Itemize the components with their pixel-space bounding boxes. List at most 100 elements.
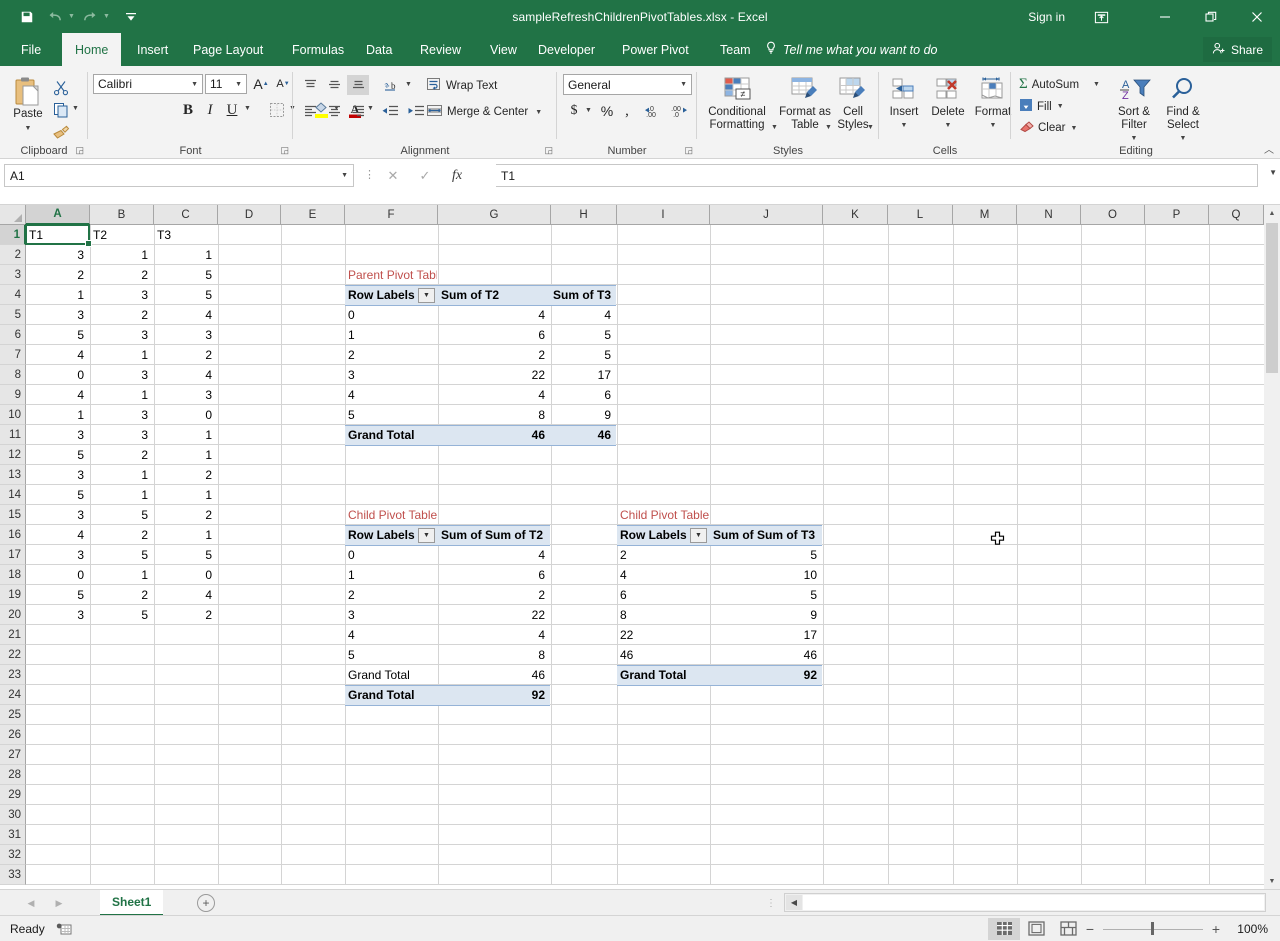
row-header-27[interactable]: 27 (0, 745, 26, 765)
child-pivot-1-subtotal-value[interactable]: 46 (438, 665, 550, 685)
row-header-19[interactable]: 19 (0, 585, 26, 605)
child-pivot-1-row-label[interactable]: 3 (345, 605, 437, 625)
clipboard-dialog-launcher[interactable]: ◲ (75, 145, 84, 156)
tab-page-layout[interactable]: Page Layout (180, 33, 276, 66)
zoom-slider[interactable] (1103, 922, 1203, 936)
sort-filter-button[interactable]: A Z Sort & Filter ▼ (1111, 74, 1157, 145)
child-pivot-2-value[interactable]: 10 (710, 565, 822, 585)
parent-pivot-value[interactable]: 6 (551, 385, 616, 405)
comma-format-icon[interactable]: , (619, 100, 635, 122)
source-cell[interactable]: 5 (26, 585, 89, 605)
child-pivot-1-row-label[interactable]: 4 (345, 625, 437, 645)
source-cell[interactable]: 2 (90, 445, 153, 465)
column-header-k[interactable]: K (823, 205, 888, 225)
parent-pivot-grand-total-value[interactable]: 46 (551, 425, 616, 445)
zoom-in-button[interactable]: + (1210, 921, 1222, 937)
tab-insert[interactable]: Insert (124, 33, 181, 66)
spreadsheet-grid[interactable]: ABCDEFGHIJKLMNOPQ 1234567891011121314151… (0, 205, 1280, 889)
row-header-28[interactable]: 28 (0, 765, 26, 785)
row-header-14[interactable]: 14 (0, 485, 26, 505)
chevron-down-icon[interactable]: ▼ (235, 81, 242, 88)
child-pivot-1-value[interactable]: 2 (438, 585, 550, 605)
source-cell[interactable]: 1 (26, 405, 89, 425)
column-header-p[interactable]: P (1145, 205, 1209, 225)
child-pivot-2-value[interactable]: 46 (710, 645, 822, 665)
child-pivot-2-row-label[interactable]: 8 (617, 605, 709, 625)
row-header-10[interactable]: 10 (0, 405, 26, 425)
merge-center-button[interactable]: Merge & Center ▼ (426, 103, 542, 121)
source-cell[interactable]: 3 (26, 605, 89, 625)
formula-bar-grip[interactable]: ⋮ (364, 168, 375, 181)
minimize-button[interactable] (1142, 0, 1188, 33)
increase-decimal-icon[interactable]: .0.00 (643, 100, 667, 122)
parent-pivot-grand-total-label[interactable]: Grand Total (345, 425, 437, 445)
source-cell[interactable]: 4 (26, 385, 89, 405)
row-header-2[interactable]: 2 (0, 245, 26, 265)
source-cell[interactable]: 1 (154, 485, 217, 505)
source-cell[interactable]: 4 (154, 305, 217, 325)
parent-pivot-value[interactable]: 6 (438, 325, 550, 345)
number-dialog-launcher[interactable]: ◲ (684, 145, 693, 156)
parent-pivot-value-header-2[interactable]: Sum of T3 (551, 285, 616, 305)
parent-pivot-row-label[interactable]: 2 (345, 345, 437, 365)
source-cell[interactable]: 2 (90, 585, 153, 605)
column-header-m[interactable]: M (953, 205, 1017, 225)
row-header-24[interactable]: 24 (0, 685, 26, 705)
row-header-7[interactable]: 7 (0, 345, 26, 365)
child-pivot-1-value-header[interactable]: Sum of Sum of T2 (438, 525, 550, 545)
child-pivot-1-value[interactable]: 4 (438, 545, 550, 565)
source-cell[interactable]: 1 (154, 445, 217, 465)
zoom-slider-thumb[interactable] (1151, 922, 1154, 935)
next-sheet-icon[interactable]: ▶ (50, 894, 68, 912)
row-header-33[interactable]: 33 (0, 865, 26, 885)
format-cells-button[interactable]: Format ▼ (971, 74, 1015, 132)
parent-pivot-row-labels-filter-icon[interactable]: ▼ (418, 288, 435, 303)
source-cell[interactable]: 5 (154, 285, 217, 305)
source-cell[interactable]: 3 (90, 285, 153, 305)
child-pivot-2-value[interactable]: 9 (710, 605, 822, 625)
expand-formula-bar-icon[interactable]: ▼ (1269, 168, 1277, 177)
italic-button[interactable]: I (200, 99, 220, 121)
column-header-c[interactable]: C (154, 205, 218, 225)
alignment-dialog-launcher[interactable]: ◲ (544, 145, 553, 156)
decrease-decimal-icon[interactable]: .00.0 (667, 100, 691, 122)
zoom-out-button[interactable]: − (1084, 921, 1096, 937)
clear-button[interactable]: Clear ▼ (1019, 120, 1077, 136)
source-cell[interactable]: 4 (154, 585, 217, 605)
column-header-q[interactable]: Q (1209, 205, 1264, 225)
page-layout-view-icon[interactable] (1020, 918, 1052, 940)
enter-formula-icon[interactable]: ✓ (418, 168, 432, 184)
column-header-f[interactable]: F (345, 205, 438, 225)
conditional-formatting-button[interactable]: ≠ Conditional Formatting (701, 74, 773, 132)
name-box[interactable]: A1 ▼ (4, 164, 354, 187)
decrease-font-size-icon[interactable]: A▼ (273, 74, 293, 94)
merge-dropdown-arrow-icon[interactable]: ▼ (535, 109, 542, 116)
child-pivot-2-row-label[interactable]: 6 (617, 585, 709, 605)
parent-pivot-value[interactable]: 4 (438, 305, 550, 325)
child-pivot-2-row-label[interactable]: 2 (617, 545, 709, 565)
parent-pivot-value[interactable]: 5 (551, 325, 616, 345)
parent-pivot-value[interactable]: 4 (551, 305, 616, 325)
format-as-table-dropdown-arrow-icon[interactable]: ▼ (825, 124, 832, 131)
align-top-icon[interactable] (299, 75, 321, 95)
parent-pivot-value[interactable]: 5 (551, 345, 616, 365)
child-pivot-1-title[interactable]: Child Pivot Table (345, 505, 437, 525)
row-header-5[interactable]: 5 (0, 305, 26, 325)
align-right-icon[interactable] (347, 101, 369, 121)
child-pivot-1-grand-total-label[interactable]: Grand Total (345, 685, 437, 705)
decrease-indent-icon[interactable] (378, 101, 402, 121)
parent-pivot-row-label[interactable]: 3 (345, 365, 437, 385)
number-format-select[interactable]: General ▼ (563, 74, 692, 95)
autosum-dropdown-arrow-icon[interactable]: ▼ (1093, 81, 1100, 88)
underline-button[interactable]: U (222, 99, 242, 121)
source-cell[interactable]: 0 (26, 565, 89, 585)
source-header-t1[interactable]: T1 (26, 225, 89, 245)
zoom-control[interactable]: − + (1084, 921, 1222, 937)
horizontal-scroll-grip[interactable]: ⋮ (766, 898, 776, 909)
child-pivot-1-grand-total-value[interactable]: 92 (438, 685, 550, 705)
source-cell[interactable]: 3 (26, 305, 89, 325)
source-cell[interactable]: 1 (90, 465, 153, 485)
collapse-ribbon-icon[interactable]: ︿ (1264, 141, 1274, 156)
conditional-formatting-dropdown-arrow-icon[interactable]: ▼ (771, 124, 778, 131)
source-cell[interactable]: 3 (26, 245, 89, 265)
